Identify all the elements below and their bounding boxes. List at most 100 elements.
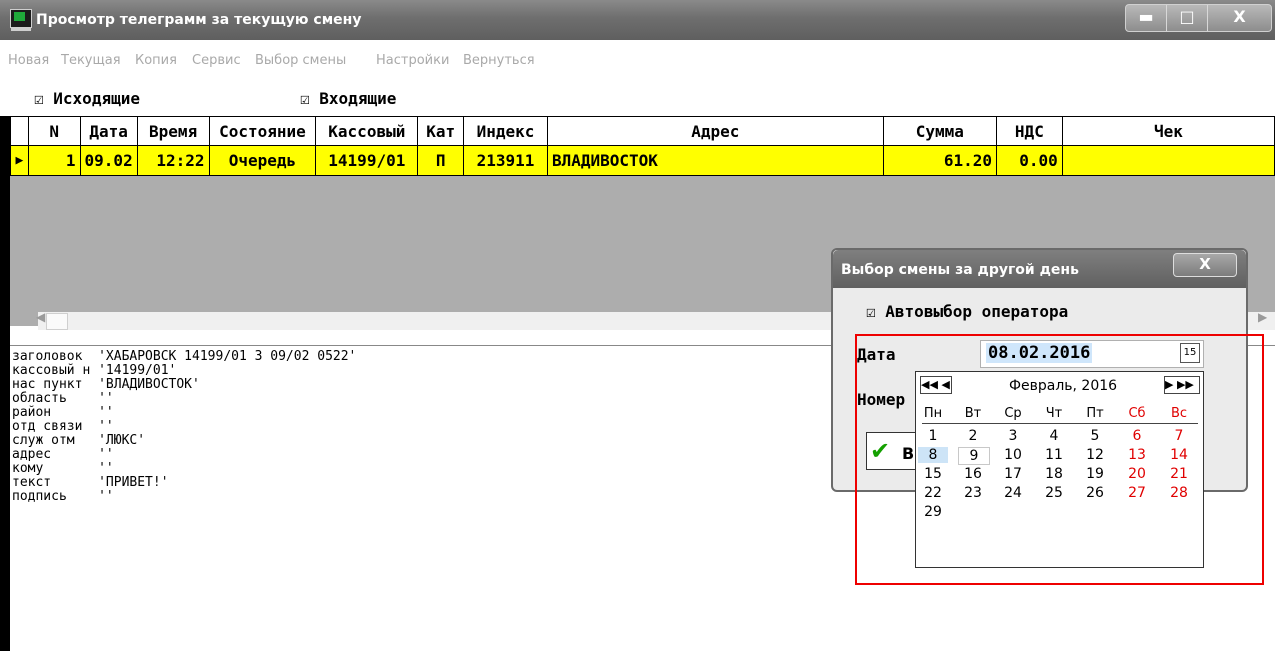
col-state[interactable]: Состояние [208,116,317,146]
calendar-day[interactable]: 19 [1080,466,1110,482]
menu-copy[interactable]: Копия [135,53,177,68]
weekday-header: Сб [1128,406,1146,421]
calendar-day[interactable]: 1 [918,428,948,444]
menu-select-shift[interactable]: Выбор смены [255,53,346,68]
window-title: Просмотр телеграмм за текущую смену [36,12,362,28]
menu-service[interactable]: Сервис [192,53,241,68]
auto-operator-checkbox[interactable]: ☑ Автовыбор оператора [866,302,1068,321]
calendar-day[interactable]: 5 [1080,428,1110,444]
cell-sum: 61.20 [882,145,997,176]
cell-date: 09.02 [79,145,138,176]
calendar-day[interactable]: 2 [958,428,988,444]
calendar-day[interactable]: 10 [998,447,1028,463]
col-vat[interactable]: НДС [995,116,1063,146]
col-sum[interactable]: Сумма [882,116,997,146]
col-cash[interactable]: Кассовый [315,116,419,146]
dialog-close-button[interactable]: X [1173,253,1237,277]
col-n[interactable]: N [27,116,81,146]
calendar-day[interactable]: 17 [998,466,1028,482]
incoming-checkbox[interactable]: ☑ Входящие [300,89,396,108]
weekday-header: Чт [1045,406,1063,421]
left-edge [0,116,10,651]
memo-line: отд связи '' [12,419,114,434]
calendar-day[interactable]: 28 [1164,485,1194,501]
calendar-day[interactable]: 4 [1039,428,1069,444]
calendar-day[interactable]: 18 [1039,466,1069,482]
col-cat[interactable]: Кат [417,116,465,146]
minimize-button[interactable]: ▬ [1126,5,1167,31]
weekday-header: Пт [1086,406,1104,421]
calendar-day[interactable]: 25 [1039,485,1069,501]
weekday-header: Вс [1170,406,1188,421]
memo-line: заголовок 'ХАБАРОВСК 14199/01 3 09/02 05… [12,349,357,364]
calendar-day[interactable]: 29 [918,504,948,520]
dialog-title-bar[interactable]: Выбор смены за другой день X [833,250,1246,288]
cell-index: 213911 [463,145,548,176]
calendar-day[interactable]: 27 [1122,485,1152,501]
auto-operator-label: Автовыбор оператора [885,302,1069,321]
calendar-day[interactable]: 23 [958,485,988,501]
cell-address: ВЛАДИВОСТОК [546,145,884,176]
calendar-day[interactable]: 26 [1080,485,1110,501]
memo-line: адрес '' [12,447,114,462]
calendar-day[interactable]: 6 [1122,428,1152,444]
weekday-header: Вт [964,406,982,421]
col-index[interactable]: Индекс [463,116,548,146]
menu-return[interactable]: Вернуться [463,53,535,68]
calendar-day[interactable]: 24 [998,485,1028,501]
col-time[interactable]: Время [136,116,210,146]
menu-new[interactable]: Новая [8,53,49,68]
memo-line: область '' [12,391,114,406]
calendar-day[interactable]: 15 [918,466,948,482]
calendar-prev-nav[interactable]: ◀◀ ◀ [920,376,952,394]
calendar-day[interactable]: 21 [1164,466,1194,482]
incoming-label: Входящие [319,89,397,108]
calendar-icon[interactable]: 15 [1180,343,1200,363]
cell-time: 12:22 [136,145,210,176]
table-row[interactable]: ▶ 1 09.02 12:22 Очередь 14199/01 П 21391… [10,145,1275,176]
calendar-day[interactable]: 7 [1164,428,1194,444]
row-indicator-header [10,116,29,146]
calendar-day[interactable]: 20 [1122,466,1152,482]
close-button[interactable]: X [1208,5,1271,31]
telegram-table: N Дата Время Состояние Кассовый Кат Инде… [10,116,1275,176]
calendar-day[interactable]: 11 [1039,447,1069,463]
maximize-button[interactable]: □ [1167,5,1208,31]
scroll-left-icon[interactable]: ◀ [36,310,45,324]
checkbox-mark: ☑ [300,89,310,108]
cell-receipt [1061,145,1275,176]
calendar-next-nav[interactable]: ▶ ▶▶ [1164,376,1200,394]
menu-settings[interactable]: Настройки [376,53,449,68]
memo-line: кассовый н '14199/01' [12,363,177,378]
outgoing-checkbox[interactable]: ☑ Исходящие [34,89,140,108]
col-address[interactable]: Адрес [546,116,884,146]
memo-line: подпись '' [12,489,114,504]
cell-cash: 14199/01 [315,145,419,176]
outgoing-label: Исходящие [53,89,140,108]
ok-label: В [902,444,915,463]
calendar-day[interactable]: 9 [958,447,990,465]
calendar-day[interactable]: 3 [998,428,1028,444]
calendar-day[interactable]: 8 [918,447,948,463]
calendar-popup: ◀◀ ◀ Февраль, 2016 ▶ ▶▶ Пн Вт Ср Чт Пт Сб Вс 1 2… [915,371,1204,568]
title-bar[interactable]: Просмотр телеграмм за текущую смену ▬ □ … [0,0,1275,40]
col-date[interactable]: Дата [79,116,138,146]
col-receipt[interactable]: Чек [1061,116,1275,146]
weekday-header: Ср [1004,406,1022,421]
memo-line: район '' [12,405,114,420]
calendar-day[interactable]: 13 [1122,447,1152,463]
scroll-right-icon[interactable]: ▶ [1258,310,1267,324]
window-controls: ▬ □ X [1125,4,1272,32]
calendar-day[interactable]: 22 [918,485,948,501]
table-header-row: N Дата Время Состояние Кассовый Кат Инде… [10,116,1275,146]
number-label: Номер [857,390,906,409]
checkmark-icon: ✔ [870,437,891,465]
scrollbar-thumb[interactable] [46,313,68,330]
main-window: Просмотр телеграмм за текущую смену ▬ □ … [0,0,1275,652]
calendar-day[interactable]: 14 [1164,447,1194,463]
calendar-day[interactable]: 12 [1080,447,1110,463]
cell-n: 1 [27,145,81,176]
calendar-day[interactable]: 16 [958,466,988,482]
menu-current[interactable]: Текущая [61,53,121,68]
calendar-month: Февраль, 2016 [1008,378,1118,394]
